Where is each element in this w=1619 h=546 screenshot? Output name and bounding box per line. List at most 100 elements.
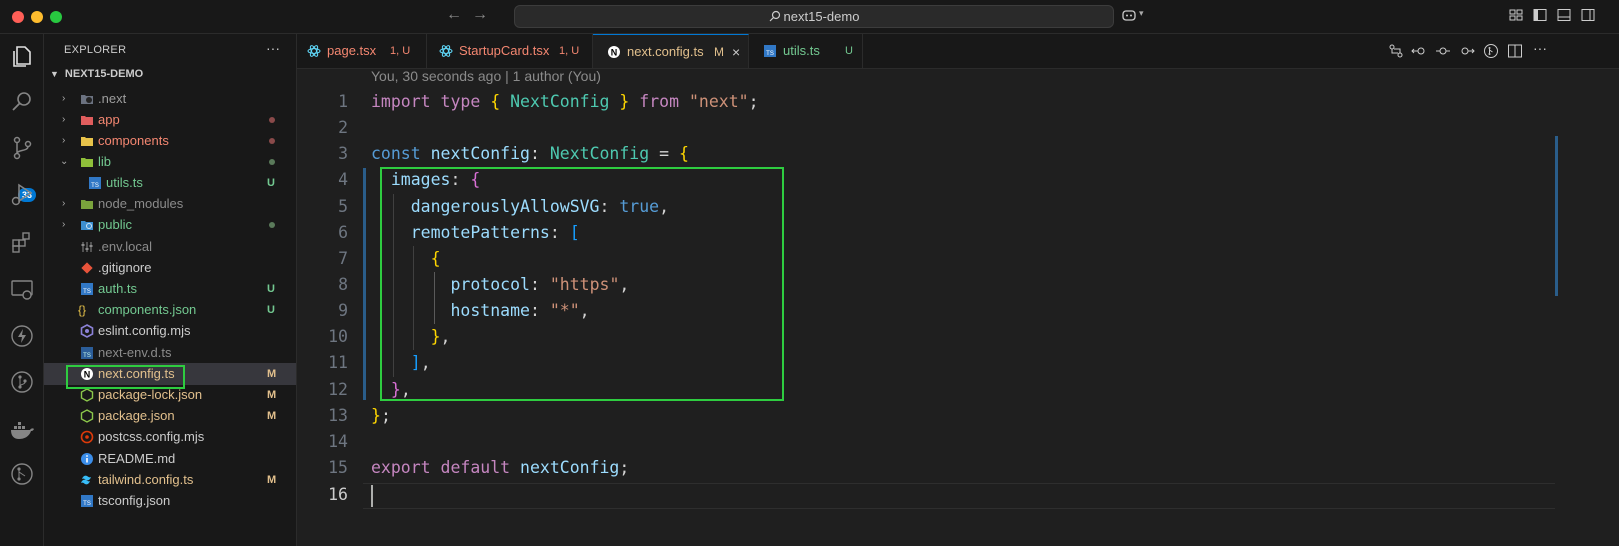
token-keyword: type	[440, 92, 481, 111]
split-editor-icon[interactable]	[1507, 43, 1523, 59]
git-file-icon	[81, 262, 93, 274]
git-status: M	[267, 474, 277, 486]
tailwind-file-icon	[81, 475, 91, 485]
tree-item-node-modules-folder[interactable]: › node_modules	[44, 193, 296, 215]
back-arrow-icon[interactable]: ←	[446, 6, 462, 24]
tree-item-package-json[interactable]: package.json M	[44, 405, 296, 427]
more-actions-icon[interactable]: ···	[1533, 40, 1547, 56]
tree-item-components-json[interactable]: {} components.json U	[44, 299, 296, 321]
tree-item-readme[interactable]: README.md	[44, 448, 296, 470]
tab-startupcard-tsx[interactable]: StartupCard.tsx 1, U	[427, 34, 593, 68]
tree-item-components-folder[interactable]: › components	[44, 130, 296, 152]
line-number: 1	[338, 92, 348, 111]
tab-status: M	[714, 45, 724, 59]
remote-explorer-icon[interactable]	[8, 276, 36, 304]
components-folder-icon	[81, 137, 93, 146]
tree-item-label: next-env.d.ts	[98, 345, 172, 360]
toggle-panel-icon[interactable]	[1557, 8, 1571, 22]
tree-item-label: app	[98, 112, 120, 127]
code-line-13[interactable]: };	[371, 406, 391, 425]
tab-next-config-ts[interactable]: N next.config.ts M ×	[593, 34, 749, 68]
tree-item-app-folder[interactable]: › app	[44, 109, 296, 131]
command-center-search[interactable]: next15-demo	[514, 5, 1114, 28]
git-status: U	[267, 177, 275, 189]
token-punct: ;	[619, 458, 630, 477]
tree-item-next-env[interactable]: TS next-env.d.ts	[44, 342, 296, 364]
tree-item-next-folder[interactable]: › .next	[44, 88, 296, 110]
git-status: M	[267, 410, 277, 422]
tree-item-gitignore[interactable]: .gitignore	[44, 257, 296, 279]
docker-icon[interactable]	[8, 416, 36, 444]
workspace-root[interactable]: ▼ NEXT15-DEMO	[50, 68, 143, 80]
token-punct: ;	[748, 92, 759, 111]
tab-status: U	[845, 45, 853, 57]
open-changes-icon[interactable]	[1388, 43, 1404, 59]
toggle-secondary-sidebar-icon[interactable]	[1581, 8, 1595, 22]
forward-arrow-icon[interactable]: →	[472, 6, 488, 24]
highlight-box-code	[380, 167, 784, 401]
toggle-primary-sidebar-icon[interactable]	[1533, 8, 1547, 22]
tree-item-label: tsconfig.json	[98, 493, 171, 508]
maximize-window-button[interactable]	[50, 11, 62, 23]
tree-item-utils-ts[interactable]: TS utils.ts U	[44, 172, 296, 194]
minimize-window-button[interactable]	[31, 11, 43, 23]
chevron-down-icon[interactable]: ▾	[1139, 8, 1144, 19]
git-previous-revision-icon[interactable]	[1411, 43, 1427, 59]
current-line-highlight	[363, 483, 1555, 509]
gitlens-inspect-icon[interactable]	[1483, 43, 1499, 59]
tree-item-label: README.md	[98, 451, 176, 466]
copilot-icon[interactable]	[1122, 8, 1136, 22]
title-bar: ← → next15-demo ▾	[0, 0, 1619, 34]
app-folder-icon	[81, 116, 93, 125]
close-tab-icon[interactable]: ×	[732, 35, 740, 69]
editor-scrollbar[interactable]	[1555, 136, 1558, 296]
tab-label: next.config.ts	[627, 44, 704, 59]
editor-tab-bar: page.tsx 1, U StartupCard.tsx 1, U N nex…	[297, 34, 1619, 69]
extensions-icon[interactable]	[8, 228, 36, 256]
explorer-files-icon[interactable]	[8, 42, 36, 70]
tree-item-eslint-config[interactable]: eslint.config.mjs	[44, 320, 296, 342]
run-debug-icon[interactable]	[8, 180, 36, 208]
tree-item-label: components.json	[98, 302, 197, 317]
tree-item-lib-folder[interactable]: ⌄ lib	[44, 151, 296, 173]
tree-item-postcss-config[interactable]: postcss.config.mjs	[44, 426, 296, 448]
tab-page-tsx[interactable]: page.tsx 1, U	[297, 34, 427, 68]
source-control-icon[interactable]	[8, 134, 36, 162]
tree-item-auth-ts[interactable]: TS auth.ts U	[44, 278, 296, 300]
line-number: 8	[338, 275, 348, 294]
code-line-1[interactable]: import type { NextConfig } from "next";	[371, 92, 759, 111]
gitlens-icon[interactable]	[8, 460, 36, 488]
line-number: 7	[338, 249, 348, 268]
tree-item-env-local[interactable]: .env.local	[44, 236, 296, 258]
thunder-client-icon[interactable]	[8, 322, 36, 350]
git-graph-icon[interactable]	[8, 368, 36, 396]
git-next-revision-icon[interactable]	[1459, 43, 1475, 59]
line-number: 3	[338, 144, 348, 163]
svg-text:TS: TS	[83, 289, 91, 295]
git-blame-codelens[interactable]: You, 30 seconds ago | 1 author (You)	[371, 68, 601, 84]
svg-text:N: N	[611, 48, 618, 58]
search-icon[interactable]	[8, 88, 36, 116]
tree-item-tsconfig[interactable]: TS tsconfig.json	[44, 490, 296, 512]
customize-layout-icon[interactable]	[1509, 8, 1523, 22]
react-file-icon	[307, 45, 321, 57]
tab-utils-ts[interactable]: TS utils.ts U	[749, 34, 863, 68]
line-number: 15	[328, 458, 348, 477]
token-keyword: export	[371, 458, 431, 477]
chevron-right-icon: ›	[62, 198, 66, 209]
tab-label: page.tsx	[327, 43, 377, 58]
code-line-3[interactable]: const nextConfig: NextConfig = {	[371, 144, 689, 163]
eslint-file-icon	[80, 324, 94, 338]
token-type: NextConfig	[549, 144, 650, 163]
tree-item-label: .env.local	[98, 239, 152, 254]
more-actions-icon[interactable]: ···	[266, 40, 280, 56]
code-line-15[interactable]: export default nextConfig;	[371, 458, 629, 477]
workspace-root-label: NEXT15-DEMO	[64, 68, 144, 80]
svg-text:TS: TS	[83, 501, 91, 507]
typescript-def-file-icon: TS	[81, 347, 93, 359]
git-commit-icon[interactable]	[1435, 43, 1451, 59]
tree-item-public-folder[interactable]: › public	[44, 214, 296, 236]
token-punct: ;	[380, 406, 391, 425]
tree-item-tailwind-config[interactable]: tailwind.config.ts M	[44, 469, 296, 491]
close-window-button[interactable]	[12, 11, 24, 23]
